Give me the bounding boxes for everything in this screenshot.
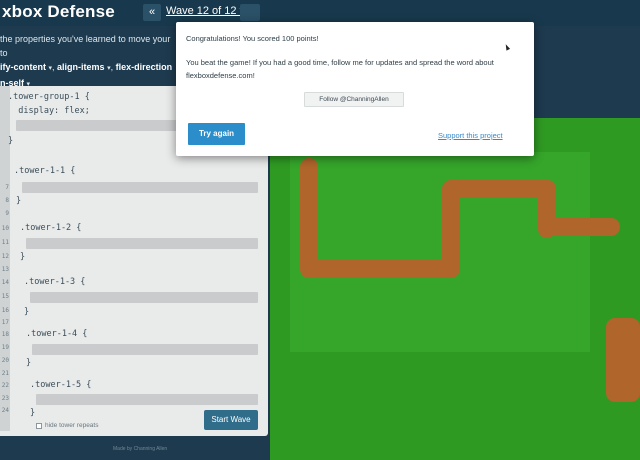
code-input-slot[interactable] [36,394,258,405]
code-line: } [30,408,36,418]
line-number: 15 [1,293,9,300]
chevron-down-icon: ▾ [107,65,111,72]
hide-tower-repeats-toggle[interactable]: hide tower repeats [36,422,98,429]
line-number: 19 [1,344,9,351]
chevron-down-icon: ▾ [48,65,53,72]
code-line: .tower-group-1 { [8,92,90,102]
code-input-slot[interactable] [26,238,258,249]
code-input-slot[interactable] [32,344,258,355]
line-number: 22 [1,382,9,389]
code-line: } [26,358,32,368]
code-line: } [8,136,14,146]
line-number: 8 [5,197,9,204]
line-number: 16 [1,307,9,314]
enemy-path [300,158,318,276]
line-number: 13 [1,266,9,273]
code-line: } [20,252,26,262]
next-wave-button[interactable] [240,4,260,21]
enemy-path [538,218,620,236]
follow-button[interactable]: Follow @ChanningAllen [304,92,404,107]
enemy-path [606,318,640,402]
dialog-title: Congratulations! You scored 100 points! [186,34,319,43]
code-input-slot[interactable] [30,292,258,303]
mouse-cursor-icon [503,43,511,51]
code-line: .tower-1-5 { [30,380,92,390]
enemy-path [300,260,460,278]
start-wave-button[interactable]: Start Wave [204,410,258,430]
dialog-message: You beat the game! If you had a good tim… [186,58,494,80]
try-again-button[interactable]: Try again [188,123,245,145]
hide-tower-repeats-label: hide tower repeats [45,422,99,429]
line-number: 10 [1,225,9,232]
line-number: 24 [1,407,9,414]
line-number: 7 [5,184,9,191]
property-links: ify-content ▾, align-items ▾, flex-direc… [0,62,173,72]
code-line: .tower-1-3 { [24,277,86,287]
previous-wave-button[interactable]: « [143,4,161,21]
line-number: 23 [1,395,9,402]
property-justify-content[interactable]: ify-content [0,62,46,72]
code-line: } [24,307,30,317]
line-number: 11 [1,239,9,246]
code-line: .tower-1-4 { [26,329,88,339]
code-line: } [16,196,22,206]
line-number: 21 [1,370,9,377]
code-line: display: flex; [8,106,90,116]
wave-selector[interactable]: Wave 12 of 12 ▾ [166,4,245,17]
support-project-link[interactable]: Support this project [438,131,503,140]
code-input-slot[interactable] [22,182,258,193]
line-number: 20 [1,357,9,364]
code-line: .tower-1-1 { [14,166,76,176]
line-number: 12 [1,253,9,260]
instructions: the properties you've learned to move yo… [0,32,175,92]
instructions-line: the properties you've learned to move yo… [0,34,171,58]
property-flex-direction[interactable]: flex-direction [116,62,173,72]
made-by-credit: Made by Channing Allen [113,446,168,452]
game-complete-dialog: Congratulations! You scored 100 points! … [176,22,534,156]
line-number: 14 [1,279,9,286]
line-number: 18 [1,331,9,338]
line-number: 9 [5,210,9,217]
property-align-items[interactable]: align-items [57,62,105,72]
app-title: xbox Defense [2,2,115,21]
line-number: 17 [1,319,9,326]
checkbox[interactable] [36,422,42,429]
game-board [270,118,640,460]
code-line: .tower-1-2 { [20,223,82,233]
